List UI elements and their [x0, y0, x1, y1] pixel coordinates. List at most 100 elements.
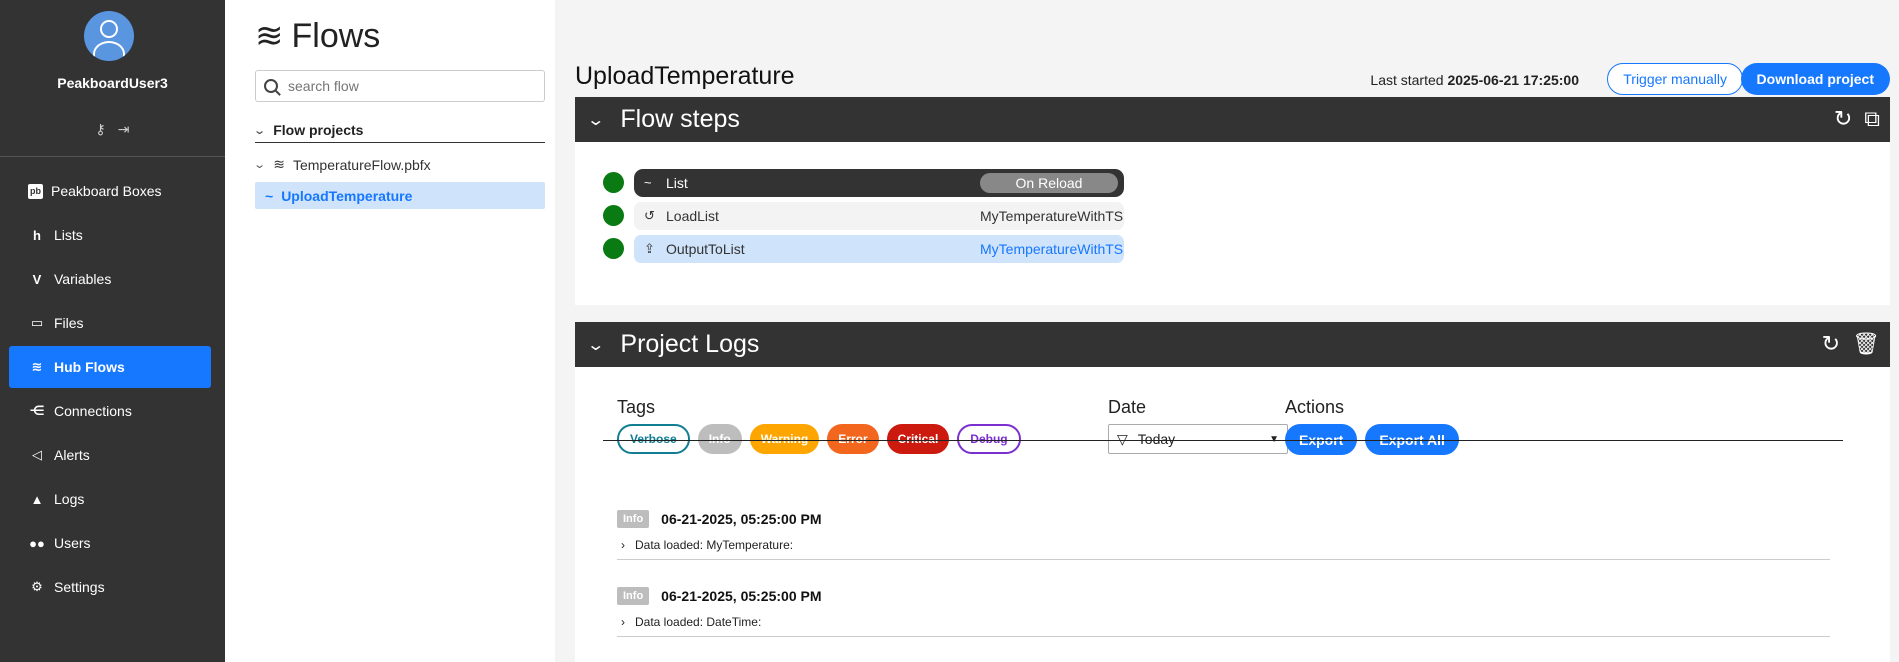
card-actions: ↻ ⧉ — [1834, 106, 1880, 132]
date-select[interactable]: ▽ Today ▼ — [1108, 424, 1288, 454]
username: PeakboardUser3 — [57, 75, 168, 91]
sidebar-item-variables[interactable]: V Variables — [9, 258, 211, 300]
trash-icon[interactable]: 🗑 — [1852, 331, 1880, 357]
project-logs-header[interactable]: ⌄ Project Logs ↻ 🗑 — [575, 322, 1890, 367]
flows-icon: ≋ — [273, 156, 285, 172]
step-item[interactable]: ↺ LoadList MyTemperatureWithTS — [634, 201, 1124, 230]
avatar[interactable] — [84, 11, 134, 61]
tag-debug[interactable]: Debug — [957, 424, 1021, 454]
date-label: Date — [1108, 397, 1147, 417]
status-dot — [603, 172, 624, 193]
step-row: ~ List On Reload — [603, 168, 1890, 197]
lists-icon: h — [33, 227, 41, 243]
step-name: OutputToList — [666, 240, 745, 257]
step-value: MyTemperatureWithTS — [980, 240, 1124, 257]
sidebar-item-settings[interactable]: ⚙ Settings — [9, 566, 211, 608]
chevron-right-icon: › — [621, 615, 625, 629]
sidebar-item-logs[interactable]: ▲ Logs — [9, 478, 211, 520]
log-level-badge: Info — [617, 587, 650, 605]
log-entry: Info 06-21-2025, 05:25:00 PM › Data load… — [617, 483, 1830, 560]
step-trigger-badge: On Reload — [980, 172, 1118, 193]
chevron-down-icon: ⌄ — [586, 336, 606, 354]
upload-icon: ⇪ — [644, 240, 655, 256]
project-label: TemperatureFlow.pbfx — [292, 156, 431, 173]
last-started: Last started 2025-06-21 17:25:00 — [1370, 72, 1579, 88]
log-message-row[interactable]: › Data loaded: DateTime: — [617, 615, 1830, 629]
pb-box-icon: pb — [28, 183, 43, 199]
search-input[interactable] — [288, 78, 528, 94]
chevron-down-icon: ⌄ — [586, 111, 606, 129]
date-value: Today — [1137, 431, 1176, 447]
key-icon[interactable]: ⚷ — [96, 121, 106, 138]
actions-label: Actions — [1285, 397, 1345, 417]
last-started-value: 2025-06-21 17:25:00 — [1447, 72, 1579, 88]
project-logs-card: ⌄ Project Logs ↻ 🗑 Tags Verbose Info War… — [575, 322, 1890, 662]
log-time: 06-21-2025, 05:25:00 PM — [661, 588, 822, 604]
sidebar-item-peakboard-boxes[interactable]: pb Peakboard Boxes — [9, 170, 211, 212]
tag-verbose[interactable]: Verbose — [617, 424, 690, 454]
chevron-right-icon: › — [621, 538, 625, 552]
sidebar-item-label: Variables — [54, 271, 112, 287]
sidebar-item-lists[interactable]: h Lists — [9, 214, 211, 256]
sidebar: PeakboardUser3 ⚷ ⇥ pb Peakboard Boxes h Li… — [0, 0, 225, 662]
sidebar-item-label: Settings — [54, 579, 105, 595]
sidebar-item-label: Files — [54, 315, 84, 331]
sidebar-item-connections[interactable]: ⋲ Connections — [9, 390, 211, 432]
refresh-icon[interactable]: ↻ — [1834, 106, 1852, 132]
log-message: Data loaded: MyTemperature: — [635, 538, 794, 552]
sidebar-item-alerts[interactable]: ◁ Alerts — [9, 434, 211, 476]
step-name: LoadList — [666, 207, 719, 224]
flows-icon: ≋ — [31, 359, 43, 374]
tag-critical[interactable]: Critical — [886, 424, 950, 454]
megaphone-icon: ◁ — [32, 447, 42, 462]
log-level-badge: Info — [617, 510, 650, 528]
sidebar-item-label: Logs — [54, 491, 85, 507]
log-message: Data loaded: DateTime: — [635, 615, 762, 629]
log-message-row[interactable]: › Data loaded: MyTemperature: — [617, 538, 1830, 552]
flow-projects-header[interactable]: ⌄ Flow projects — [253, 122, 545, 143]
gear-icon: ⚙ — [31, 579, 43, 594]
card-title: Flow steps — [620, 105, 740, 133]
step-name: List — [666, 174, 688, 191]
page-title: ≋ Flows — [255, 16, 380, 56]
tag-error[interactable]: Error — [827, 424, 879, 454]
search-box — [255, 70, 545, 102]
external-link-icon[interactable]: ⧉ — [1864, 106, 1880, 132]
tree-header-label: Flow projects — [273, 122, 364, 138]
download-project-button[interactable]: Download project — [1740, 63, 1890, 95]
status-dot — [603, 238, 624, 259]
connections-icon: ⋲ — [29, 403, 45, 418]
sidebar-item-label: Alerts — [54, 447, 90, 463]
wave-icon: ~ — [265, 187, 274, 204]
sidebar-item-hub-flows[interactable]: ≋ Hub Flows — [9, 346, 211, 388]
sidebar-item-label: Peakboard Boxes — [51, 183, 162, 199]
wave-icon: ~ — [644, 175, 652, 190]
tree-item-flow[interactable]: ~ UploadTemperature — [255, 182, 545, 209]
step-item[interactable]: ~ List On Reload — [634, 168, 1124, 197]
sidebar-item-users[interactable]: ●● Users — [9, 522, 211, 564]
warning-icon: ▲ — [30, 491, 44, 507]
sidebar-item-label: Lists — [54, 227, 83, 243]
sidebar-item-label: Connections — [54, 403, 132, 419]
step-item[interactable]: ⇪ OutputToList MyTemperatureWithTS — [634, 234, 1124, 263]
card-actions: ↻ 🗑 — [1822, 331, 1880, 357]
tag-warning[interactable]: Warning — [749, 424, 820, 454]
date-filter: Date ▽ Today ▼ — [1108, 397, 1288, 454]
flow-steps-header[interactable]: ⌄ Flow steps ↻ ⧉ — [575, 97, 1890, 142]
page-title-text: Flows — [291, 16, 381, 55]
tag-info[interactable]: Info — [697, 424, 742, 454]
reload-icon: ↺ — [644, 207, 655, 223]
tree-item-project[interactable]: ⌄ ≋ TemperatureFlow.pbfx — [253, 151, 545, 178]
refresh-icon[interactable]: ↻ — [1822, 331, 1840, 357]
chevron-down-icon: ⌄ — [253, 159, 267, 171]
log-time: 06-21-2025, 05:25:00 PM — [661, 511, 822, 527]
folder-icon: ▭ — [30, 315, 44, 330]
log-entry: Info 06-21-2025, 05:25:00 PM › Data load… — [617, 560, 1830, 637]
log-actions: Actions Export Export All — [1285, 397, 1459, 455]
variables-icon: V — [32, 271, 42, 287]
trigger-manually-button[interactable]: Trigger manually — [1607, 63, 1743, 95]
logout-icon[interactable]: ⇥ — [118, 121, 130, 138]
steps-list: ~ List On Reload ↺ LoadList MyTemperatur… — [575, 142, 1890, 263]
users-icon: ●● — [29, 535, 45, 551]
sidebar-item-files[interactable]: ▭ Files — [9, 302, 211, 344]
